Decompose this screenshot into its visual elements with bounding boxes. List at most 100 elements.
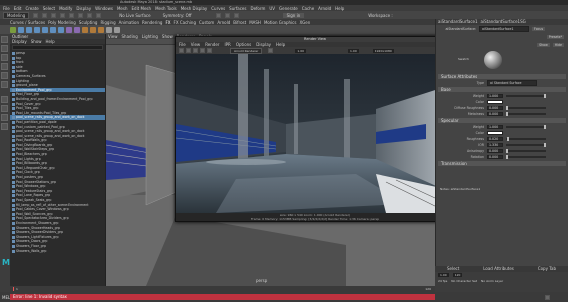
save-icon[interactable] xyxy=(42,12,48,18)
menu-item-create[interactable]: Create xyxy=(25,6,38,11)
fps-dropdown[interactable]: 24 fps xyxy=(438,279,447,283)
plane-icon[interactable] xyxy=(50,26,56,33)
shelf-tab[interactable]: Animation xyxy=(119,20,139,25)
slider-handle[interactable] xyxy=(506,149,508,153)
render-view-menu-item[interactable]: File xyxy=(179,42,186,47)
ae-attr-field[interactable]: 1.000 xyxy=(487,94,503,98)
shelf-tab[interactable]: Poly Modeling xyxy=(48,20,76,25)
menu-item-display[interactable]: Display xyxy=(76,6,91,11)
shelf-tab[interactable]: Arnold xyxy=(217,20,230,25)
viewport-menu-item[interactable]: Shading xyxy=(122,34,138,39)
bridge-icon[interactable] xyxy=(98,26,104,33)
ae-attr-slider[interactable] xyxy=(506,106,546,110)
ae-tab-1[interactable]: aiStandardSurface1SG xyxy=(481,19,526,25)
color-swatch[interactable] xyxy=(487,131,503,135)
sign-in-button[interactable]: Sign in xyxy=(282,12,305,18)
menu-item-deform[interactable]: Deform xyxy=(250,6,265,11)
bevel-icon[interactable] xyxy=(90,26,96,33)
mirror-icon[interactable] xyxy=(114,26,120,33)
menu-item-uv[interactable]: UV xyxy=(269,6,275,11)
ae-attr-field[interactable]: 1.000 xyxy=(487,125,503,129)
anim-layer-dropdown[interactable]: No Anim Layer xyxy=(481,279,503,283)
mel-label[interactable]: MEL xyxy=(0,295,10,300)
snap-grid-icon[interactable] xyxy=(78,12,84,18)
render-view-menu-item[interactable]: Render xyxy=(205,42,219,47)
range-end-field[interactable]: 120 xyxy=(452,273,463,277)
ae-section-base[interactable]: Base xyxy=(438,87,566,92)
menu-item-select[interactable]: Select xyxy=(43,6,55,11)
presets-button[interactable]: Presets* xyxy=(546,35,564,39)
char-set-dropdown[interactable]: No Character Set xyxy=(451,279,477,283)
ae-section-specular[interactable]: Specular xyxy=(438,118,566,123)
rv-zoom-field[interactable]: 1.00 xyxy=(295,48,307,53)
menu-item-arnold[interactable]: Arnold xyxy=(318,6,331,11)
rv-refresh-icon[interactable] xyxy=(193,48,198,53)
outliner-menu-show[interactable]: Show xyxy=(31,39,42,44)
live-surface-label[interactable]: No Live Surface xyxy=(119,13,150,18)
shelf-tab[interactable]: FX xyxy=(165,20,170,25)
material-swatch-sphere[interactable] xyxy=(484,51,502,69)
hide-button[interactable]: Hide xyxy=(552,43,564,47)
shelf-tab[interactable]: Custom xyxy=(199,20,214,25)
menu-item-file[interactable]: File xyxy=(3,6,10,11)
shelf-tab[interactable]: MASH xyxy=(249,20,261,25)
ae-attr-slider[interactable] xyxy=(506,94,546,98)
outliner-menu-display[interactable]: Display xyxy=(12,39,27,44)
render-image[interactable] xyxy=(176,54,454,213)
script-editor-icon[interactable] xyxy=(545,294,550,300)
symmetry-label[interactable]: Symmetry: Off xyxy=(163,13,192,18)
torus-icon[interactable] xyxy=(58,26,64,33)
render-view-menu-item[interactable]: Options xyxy=(236,42,251,47)
rv-ipr-icon[interactable] xyxy=(186,48,191,53)
shelf-tab[interactable]: XGen xyxy=(299,20,310,25)
undo-icon[interactable] xyxy=(51,12,57,18)
redo-icon[interactable] xyxy=(60,12,66,18)
render-view-menu-item[interactable]: View xyxy=(191,42,201,47)
cone-icon[interactable] xyxy=(42,26,48,33)
ae-attr-slider[interactable] xyxy=(506,137,546,141)
rv-render-icon[interactable] xyxy=(179,48,184,53)
workspace-label[interactable]: Workspace : xyxy=(368,13,392,18)
slider-handle[interactable] xyxy=(544,94,546,98)
select-by-hierarchy-icon[interactable] xyxy=(69,12,75,18)
lasso-tool-icon[interactable] xyxy=(1,45,8,52)
shelf-tab[interactable]: Curves / Surfaces xyxy=(10,20,45,25)
slider-handle[interactable] xyxy=(544,143,546,147)
ae-attr-field[interactable]: 0.020 xyxy=(487,137,503,141)
paint-select-icon[interactable] xyxy=(1,54,8,61)
render-settings-icon[interactable] xyxy=(233,12,239,18)
render-view-window[interactable]: Render View File View Render IPR Options Disp… xyxy=(175,36,455,222)
snap-curve-icon[interactable] xyxy=(87,12,93,18)
cylinder-icon[interactable] xyxy=(34,26,40,33)
menu-item-mesh[interactable]: Mesh xyxy=(117,6,128,11)
ae-section-transmission[interactable]: Transmission xyxy=(438,161,566,166)
layout-single-icon[interactable] xyxy=(1,96,8,103)
smooth-icon[interactable] xyxy=(106,26,112,33)
color-swatch[interactable] xyxy=(487,100,503,104)
viewport-menu-item[interactable]: View xyxy=(108,34,118,39)
move-tool-icon[interactable] xyxy=(1,63,8,70)
menu-item-cache[interactable]: Cache xyxy=(302,6,314,11)
shelf-tab[interactable]: Sculpting xyxy=(79,20,98,25)
viewport-menu-item[interactable]: Show xyxy=(162,34,173,39)
cube-icon[interactable] xyxy=(26,26,32,33)
rv-region-icon[interactable] xyxy=(200,48,205,53)
outliner-item[interactable]: Showers_Walls_grp xyxy=(10,249,105,254)
outliner-layout-icon[interactable] xyxy=(1,123,8,130)
menu-item-generate[interactable]: Generate xyxy=(279,6,298,11)
render-view-menu-item[interactable]: IPR xyxy=(224,42,230,47)
ae-attr-slider[interactable] xyxy=(506,112,546,116)
current-time-marker[interactable] xyxy=(13,287,14,291)
menu-item-edit-mesh[interactable]: Edit Mesh xyxy=(132,6,152,11)
rv-renderer-select[interactable]: Arnold Renderer xyxy=(230,47,263,54)
shelf-tab[interactable]: Rendering xyxy=(142,20,162,25)
snap-point-icon[interactable] xyxy=(96,12,102,18)
ae-attr-field[interactable]: 0.000 xyxy=(487,112,503,116)
rv-snapshot-icon[interactable] xyxy=(207,48,212,53)
shelf-tab[interactable]: FX Caching xyxy=(174,20,196,25)
shelf-tab[interactable]: Rigging xyxy=(100,20,115,25)
ae-attr-field[interactable]: 1.330 xyxy=(487,143,503,147)
ae-attr-slider[interactable] xyxy=(506,125,546,129)
outliner-search-input[interactable] xyxy=(12,45,103,50)
range-start-field[interactable]: 1.00 xyxy=(438,273,449,277)
